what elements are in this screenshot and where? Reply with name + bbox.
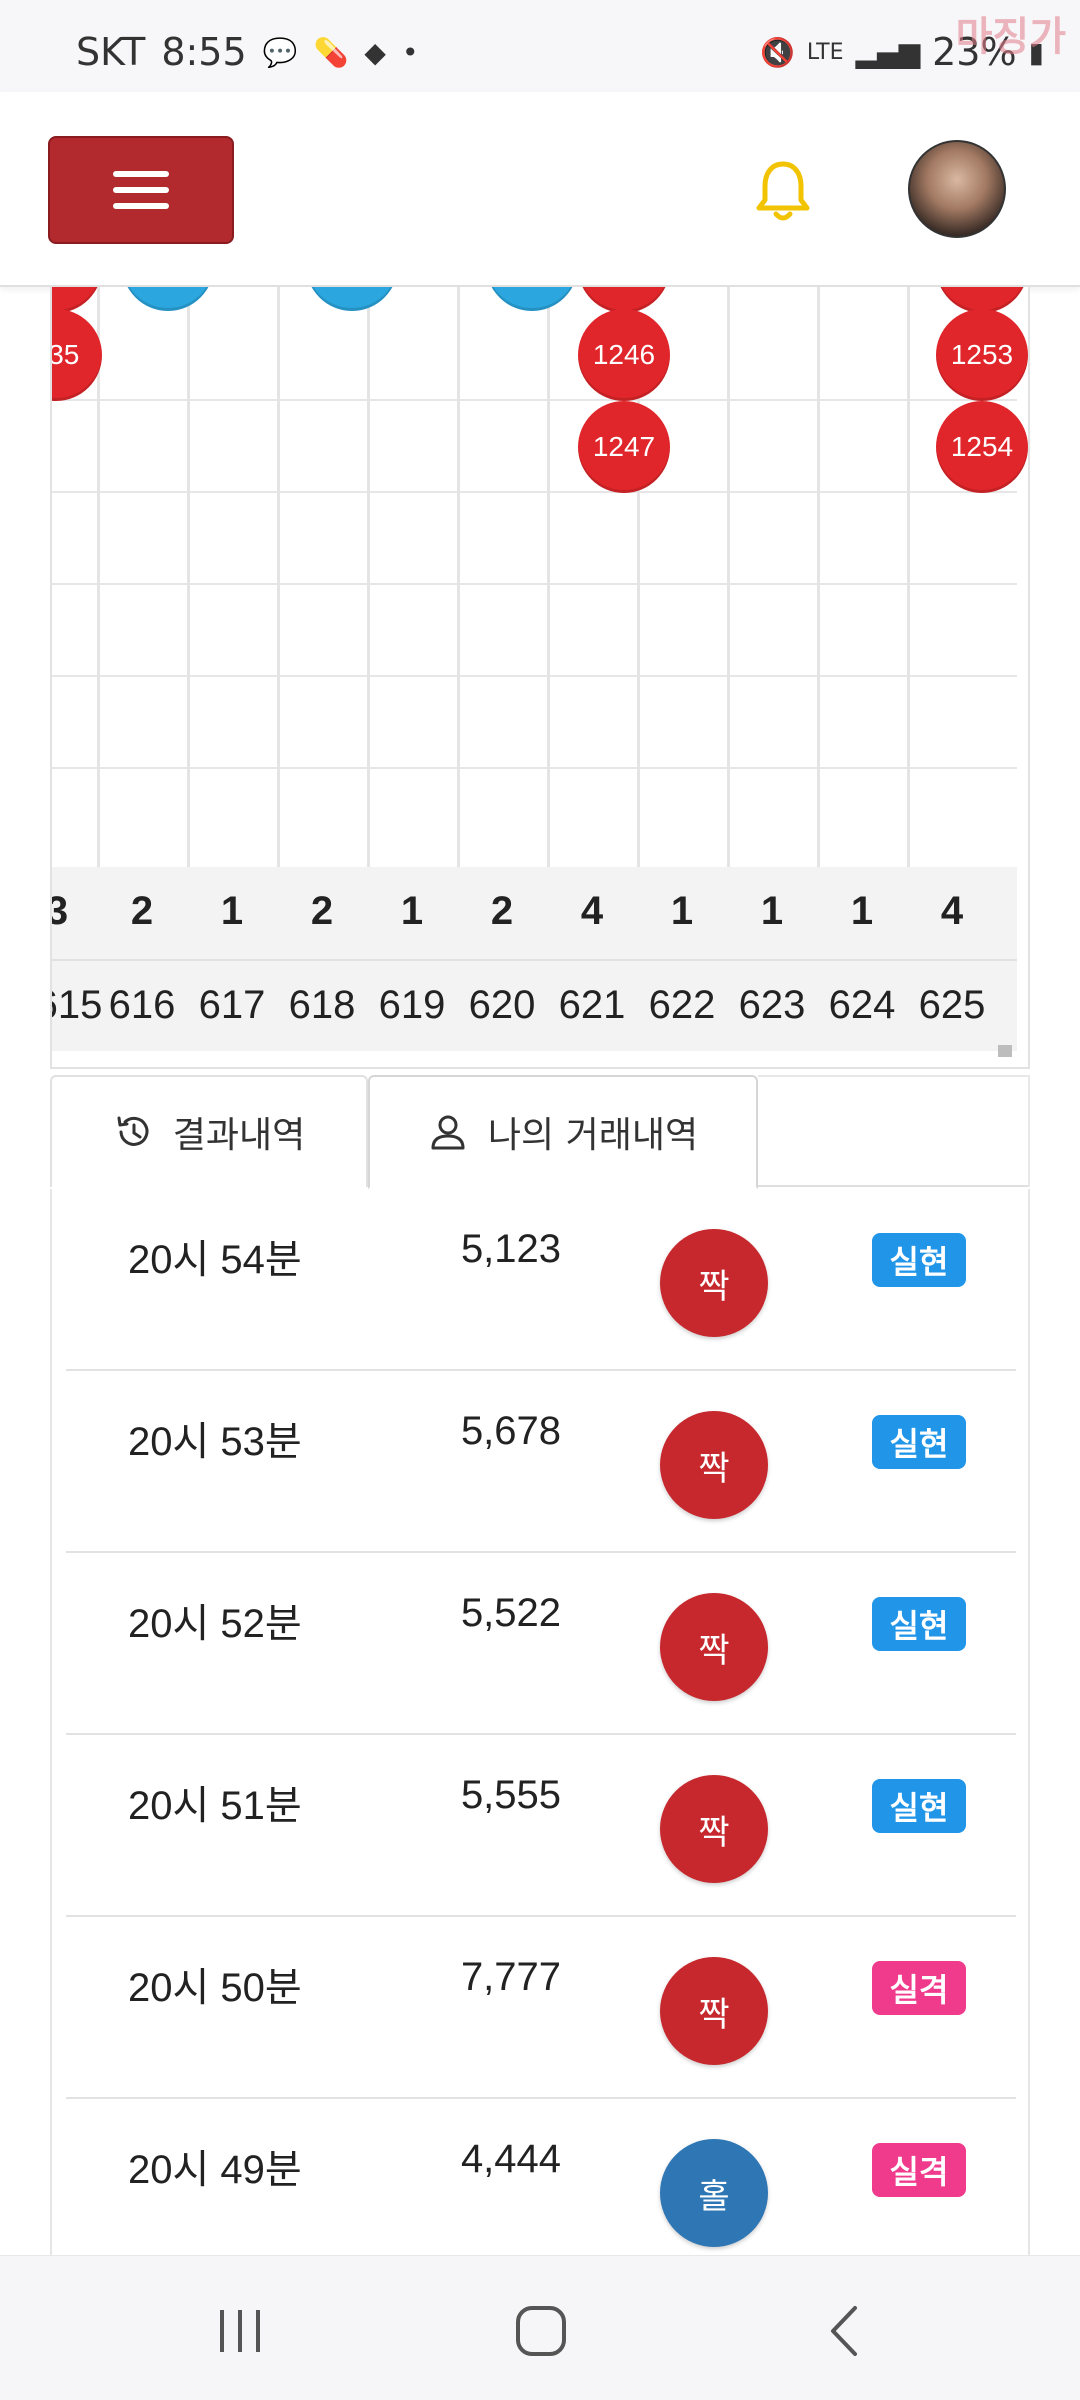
signal-icon: ▂▄▆ — [855, 35, 921, 69]
count-cell: 1 — [220, 889, 244, 933]
count-cell: 2 — [490, 889, 514, 933]
pick-ball: 짝 — [660, 1229, 768, 1337]
history-tabs: 결과내역 나의 거래내역 — [50, 1075, 1030, 1189]
transaction-time: 20시 54분 — [128, 1238, 302, 1282]
count-cell: 3 — [52, 889, 102, 934]
transaction-row[interactable]: 20시 50분 7,777 짝 실격 — [66, 1917, 1016, 2099]
back-icon — [831, 2306, 857, 2356]
status-bar: SKT 8:55 💬 💊 ◆ • 🔇 LTE ▂▄▆ 23% ▮ 마징가 — [0, 0, 1080, 92]
tab-my-transactions-label: 나의 거래내역 — [487, 1115, 699, 1156]
result-badge: 실현 — [872, 1597, 966, 1651]
result-ball: 1253 — [936, 309, 1028, 401]
count-cell: 1 — [850, 889, 874, 933]
transaction-row[interactable]: 20시 51분 5,555 짝 실현 — [66, 1735, 1016, 1917]
transaction-amount: 7,777 — [460, 1955, 562, 1999]
count-cell: 2 — [310, 889, 334, 933]
avatar[interactable] — [908, 140, 1006, 238]
result-grid: 235 1246 1247 1253 1254 3 2 1 2 1 2 4 1 … — [50, 287, 1030, 1069]
recents-icon — [220, 2310, 260, 2352]
tab-results[interactable]: 결과내역 — [50, 1075, 368, 1187]
result-badge: 실격 — [872, 1961, 966, 2015]
transaction-amount: 5,123 — [460, 1227, 562, 1271]
result-ball: 1246 — [578, 309, 670, 401]
transaction-amount: 5,522 — [460, 1591, 562, 1635]
network-label: LTE — [806, 39, 844, 65]
round-number: 618 — [288, 983, 356, 1027]
round-number: 616 — [108, 983, 176, 1027]
transaction-time: 20시 53분 — [128, 1420, 302, 1464]
result-ball: 1254 — [936, 401, 1028, 493]
count-cell: 1 — [670, 889, 694, 933]
history-icon — [117, 1116, 149, 1146]
count-cell: 4 — [580, 889, 604, 933]
count-cell: 2 — [130, 889, 154, 933]
count-cell: 1 — [400, 889, 424, 933]
pick-ball: 홀 — [660, 2139, 768, 2247]
menu-button[interactable] — [48, 136, 234, 244]
transaction-time: 20시 51분 — [128, 1784, 302, 1828]
mute-icon: 🔇 — [760, 35, 795, 69]
result-badge: 실현 — [872, 1779, 966, 1833]
grid-canvas: 235 1246 1247 1253 1254 3 2 1 2 1 2 4 1 … — [52, 287, 1028, 1067]
count-cell: 1 — [760, 889, 784, 933]
transaction-time: 20시 49분 — [128, 2148, 302, 2192]
carrier-label: SKT — [76, 30, 146, 74]
tab-empty-space — [758, 1075, 1030, 1187]
transaction-row[interactable]: 20시 49분 4,444 홀 실격 — [66, 2099, 1016, 2255]
count-row: 3 2 1 2 1 2 4 1 1 1 4 — [52, 867, 1017, 959]
pill-icon: 💊 — [313, 35, 349, 69]
dot-icon: • — [401, 35, 419, 69]
transaction-amount: 5,555 — [460, 1773, 562, 1817]
round-number: 620 — [468, 983, 536, 1027]
system-nav-bar — [0, 2255, 1080, 2400]
hamburger-icon — [113, 171, 169, 209]
round-number: 623 — [738, 983, 806, 1027]
talk-icon: 💬 — [262, 35, 298, 69]
pick-ball: 짝 — [660, 1957, 768, 2065]
transaction-amount: 4,444 — [460, 2137, 562, 2181]
transaction-row[interactable]: 20시 53분 5,678 짝 실현 — [66, 1371, 1016, 1553]
pay-icon: ◆ — [364, 35, 386, 69]
transaction-row[interactable]: 20시 52분 5,522 짝 실현 — [66, 1553, 1016, 1735]
watermark-logo: 마징가 — [955, 14, 1066, 60]
tab-my-transactions[interactable]: 나의 거래내역 — [368, 1075, 758, 1189]
round-number: 625 — [918, 983, 986, 1027]
bell-icon[interactable] — [752, 158, 814, 226]
app-header — [0, 92, 1080, 287]
round-number: 619 — [378, 983, 446, 1027]
transaction-time: 20시 50분 — [128, 1966, 302, 2010]
count-cell: 4 — [940, 889, 964, 933]
result-badge: 실현 — [872, 1415, 966, 1469]
result-badge: 실현 — [872, 1233, 966, 1287]
transaction-time: 20시 52분 — [128, 1602, 302, 1646]
back-button[interactable] — [800, 2296, 890, 2366]
recents-button[interactable] — [196, 2296, 286, 2366]
status-left: SKT 8:55 💬 💊 ◆ • — [76, 30, 418, 74]
resize-handle[interactable] — [998, 1045, 1012, 1057]
pick-ball: 짝 — [660, 1775, 768, 1883]
pick-ball: 짝 — [660, 1593, 768, 1701]
tab-results-label: 결과내역 — [172, 1115, 306, 1156]
round-number: 617 — [198, 983, 266, 1027]
user-icon — [431, 1115, 465, 1150]
round-number: 622 — [648, 983, 716, 1027]
home-button[interactable] — [496, 2296, 586, 2366]
round-number: 621 — [558, 983, 626, 1027]
home-icon — [516, 2306, 566, 2356]
round-number-row: 615 616 617 618 619 620 621 622 623 624 … — [52, 959, 1017, 1051]
result-ball: 1247 — [578, 401, 670, 493]
transaction-list: 20시 54분 5,123 짝 실현 20시 53분 5,678 짝 실현 20… — [50, 1189, 1030, 2255]
clock: 8:55 — [161, 30, 247, 74]
result-badge: 실격 — [872, 2143, 966, 2197]
round-number: 624 — [828, 983, 896, 1027]
transaction-row[interactable]: 20시 54분 5,123 짝 실현 — [66, 1189, 1016, 1371]
transaction-amount: 5,678 — [460, 1409, 562, 1453]
pick-ball: 짝 — [660, 1411, 768, 1519]
